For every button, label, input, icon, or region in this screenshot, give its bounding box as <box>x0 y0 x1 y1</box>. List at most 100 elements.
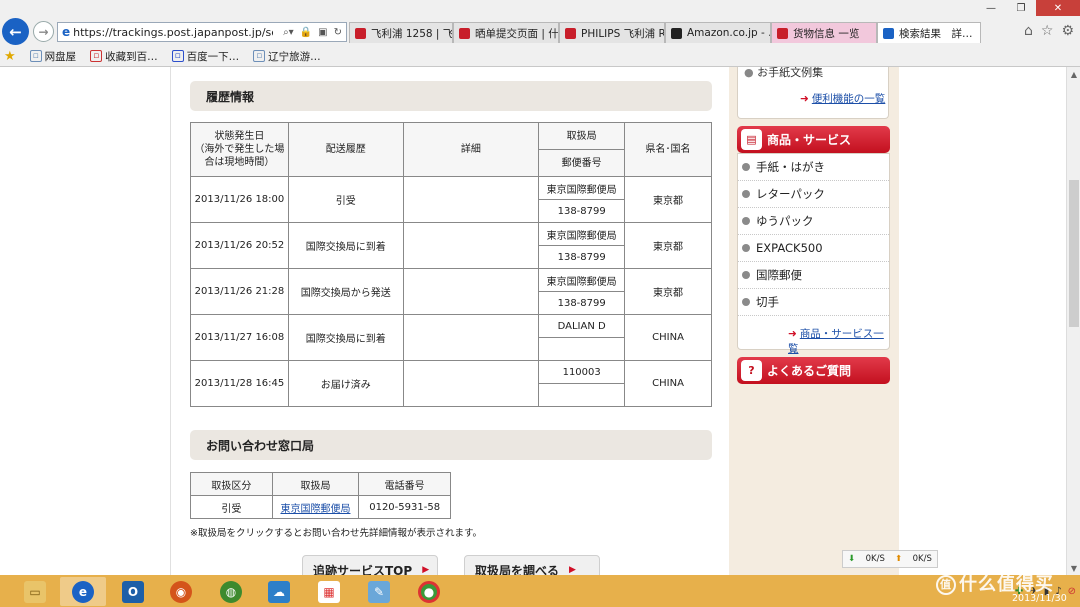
download-arrow-icon: ⬇ <box>848 554 856 564</box>
cell-postal: 138-8799 <box>538 245 626 269</box>
table-row: 2013/11/26 21:28 国際交換局から発送 東京国際郵便局 東京都 <box>190 268 712 315</box>
aliexpress-icon <box>565 27 576 39</box>
home-icon[interactable]: ⌂ <box>1024 23 1033 39</box>
sidebar-service-item[interactable]: EXPACK500 <box>738 235 889 262</box>
cell-detail <box>402 360 540 407</box>
settings-gear-icon[interactable]: ⚙ <box>1061 23 1074 39</box>
taskbar-app-grid[interactable]: ▦ <box>306 577 352 606</box>
close-window-button[interactable]: ✕ <box>1036 0 1080 16</box>
taskbar-paint[interactable]: ✎ <box>356 577 402 606</box>
earth-icon: ◍ <box>220 580 242 603</box>
history-section-title: 履歴情報 <box>190 81 712 111</box>
compat-icon[interactable]: ▣ <box>318 27 327 38</box>
tray-stop-icon[interactable]: ⊘ <box>1068 586 1076 597</box>
browser-tab[interactable]: 晒单提交页面 | 什… <box>453 22 559 43</box>
header-office: 取扱局 <box>538 122 626 150</box>
sidebar-service-item[interactable]: 切手 <box>738 289 889 316</box>
web-page: 履歴情報 状態発生日 （海外で発生した場 合は現地時間） 配送履歴 詳細 取扱局… <box>0 67 1080 575</box>
restore-button[interactable]: ❐ <box>1006 0 1036 16</box>
contact-phone: 0120-5931-58 <box>358 495 451 519</box>
taskbar-ie[interactable]: e <box>60 577 106 606</box>
taskbar-explorer[interactable]: ▭ <box>12 577 58 606</box>
faq-icon: ? <box>741 360 762 381</box>
services-list-link[interactable]: 商品・サービス一覧 <box>788 326 889 356</box>
paint-icon: ✎ <box>368 580 390 603</box>
cell-office: 東京国際郵便局 <box>538 222 626 246</box>
sidebar-service-item[interactable]: ゆうパック <box>738 208 889 235</box>
url-text[interactable]: https://trackings.post.japanpost.jp/serv… <box>73 26 273 39</box>
cell-status: 引受 <box>287 176 404 223</box>
minimize-button[interactable]: — <box>976 0 1006 16</box>
favorite-link[interactable]: ▫ 百度一下… <box>171 49 239 64</box>
sidebar-service-item[interactable]: レターパック <box>738 181 889 208</box>
sidebar-service-item[interactable]: 国際郵便 <box>738 262 889 289</box>
ie-icon <box>883 27 894 39</box>
bullet-icon <box>742 163 750 171</box>
find-office-button[interactable]: 取扱局を調べる ▶ <box>464 555 600 575</box>
search-icon[interactable]: ⌕▾ <box>283 27 294 38</box>
firefox-icon: ◉ <box>170 580 192 603</box>
taskbar-chrome[interactable]: ● <box>406 577 452 606</box>
cell-region: CHINA <box>624 360 712 407</box>
faq-header[interactable]: ? よくあるご質問 <box>737 357 890 384</box>
arrow-right-icon: ▶ <box>422 565 430 575</box>
scroll-up-icon[interactable]: ▲ <box>1067 67 1080 81</box>
header-date: 状態発生日 （海外で発生した場 合は現地時間） <box>190 122 289 177</box>
amazon-icon <box>671 27 682 39</box>
contact-section-title: お問い合わせ窓口局 <box>190 430 712 460</box>
cell-office: DALIAN D <box>538 314 626 338</box>
cell-date: 2013/11/26 18:00 <box>190 176 289 223</box>
cell-postal <box>538 337 626 361</box>
header-status: 配送履歴 <box>287 122 404 177</box>
favorites-bar: ★ ▫ 网盘屋 ▫ 收藏到百… ▫ 百度一下… ▫ 辽宁旅游… <box>0 46 321 66</box>
contact-header-phone: 電話番号 <box>358 472 451 496</box>
taskbar-firefox[interactable]: ◉ <box>158 577 204 606</box>
upload-arrow-icon: ⬆ <box>895 554 903 564</box>
cell-region: 東京都 <box>624 268 712 315</box>
browser-chrome: — ❐ ✕ ← → e https://trackings.post.japan… <box>0 0 1080 67</box>
lock-icon[interactable]: 🔒 <box>300 27 312 38</box>
browser-tab[interactable]: 货物信息 一览 <box>771 22 877 43</box>
network-speed-widget: ⬇ 0K/S ⬆ 0K/S <box>842 550 938 568</box>
address-bar[interactable]: e https://trackings.post.japanpost.jp/se… <box>57 22 347 42</box>
vertical-scrollbar[interactable]: ▲ ▼ <box>1066 67 1080 575</box>
favorites-star-icon[interactable]: ☆ <box>1041 23 1054 39</box>
useful-functions-link[interactable]: 便利機能の一覧 <box>800 91 886 106</box>
bullet-icon <box>742 190 750 198</box>
aliexpress-icon <box>355 27 366 39</box>
forward-button[interactable]: → <box>33 21 54 42</box>
cell-date: 2013/11/28 16:45 <box>190 360 289 407</box>
browser-tab[interactable]: Amazon.co.jp - … <box>665 22 771 43</box>
contact-office-link[interactable]: 東京国際郵便局 <box>280 504 350 515</box>
cell-office: 東京国際郵便局 <box>538 176 626 200</box>
ie-icon: e <box>72 580 94 603</box>
browser-tab[interactable]: PHILIPS 飞利浦 R… <box>559 22 665 43</box>
browser-tab[interactable]: 検索結果 詳… × <box>877 22 981 43</box>
taskbar-app-earth[interactable]: ◍ <box>208 577 254 606</box>
sidebar-service-item[interactable]: 手紙・はがき <box>738 154 889 181</box>
contact-note: ※取扱局をクリックするとお問い合わせ先詳細情報が表示されます。 <box>190 528 483 539</box>
window-controls: — ❐ ✕ <box>976 0 1080 16</box>
cell-postal <box>538 383 626 407</box>
taskbar-outlook[interactable]: O <box>110 577 156 606</box>
tracking-top-button[interactable]: 追跡サービスTOP ▶ <box>302 555 438 575</box>
header-postal: 郵便番号 <box>538 149 626 177</box>
add-favorite-icon[interactable]: ★ <box>4 49 16 64</box>
sidebar-letter-samples[interactable]: ● お手紙文例集 <box>744 67 823 80</box>
favorite-link[interactable]: ▫ 收藏到百… <box>90 49 158 64</box>
browser-tab[interactable]: 飞利浦 1258 | 飞… <box>349 22 453 43</box>
close-tab-icon[interactable]: × <box>979 27 981 39</box>
header-detail: 詳細 <box>402 122 540 177</box>
tracking-icon <box>777 27 788 39</box>
services-list: 手紙・はがきレターパックゆうパックEXPACK500国際郵便切手 商品・サービス… <box>737 153 890 355</box>
refresh-icon[interactable]: ↻ <box>334 27 342 38</box>
scrollbar-thumb[interactable] <box>1069 180 1079 327</box>
favorite-link[interactable]: ▫ 网盘屋 <box>29 49 76 64</box>
contact-header-office: 取扱局 <box>271 472 360 496</box>
taskbar-app-cloud[interactable]: ☁ <box>256 577 302 606</box>
scroll-down-icon[interactable]: ▼ <box>1067 561 1080 575</box>
back-button[interactable]: ← <box>2 18 29 45</box>
services-icon: ▤ <box>741 129 762 150</box>
favorite-link[interactable]: ▫ 辽宁旅游… <box>253 49 321 64</box>
aliexpress-icon <box>459 27 470 39</box>
